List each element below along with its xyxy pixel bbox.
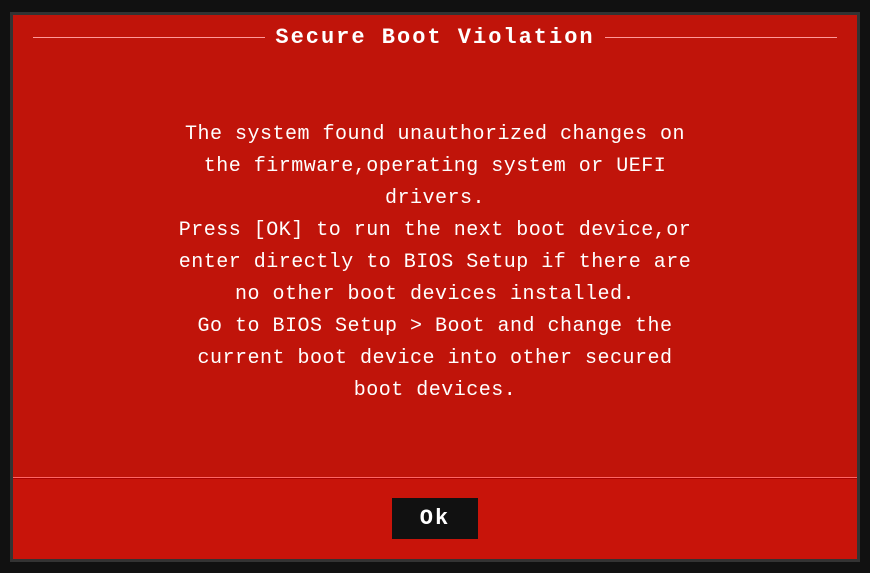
message-line7: Go to BIOS Setup > Boot and change the <box>197 315 672 338</box>
ok-button[interactable]: Ok <box>392 498 478 539</box>
title-bar: Secure Boot Violation <box>13 15 857 60</box>
message-text: The system found unauthorized changes on… <box>179 119 692 407</box>
title-line-left <box>33 37 265 38</box>
dialog-title: Secure Boot Violation <box>275 25 594 50</box>
secure-boot-violation-screen: Secure Boot Violation The system found u… <box>10 12 860 562</box>
message-line2: the firmware,operating system or UEFI <box>204 155 667 178</box>
message-line4: Press [OK] to run the next boot device,o… <box>179 219 692 242</box>
button-area: Ok <box>13 479 857 559</box>
message-line6: no other boot devices installed. <box>235 283 635 306</box>
message-line5: enter directly to BIOS Setup if there ar… <box>179 251 692 274</box>
title-line-right <box>605 37 837 38</box>
message-line8: current boot device into other secured <box>197 347 672 370</box>
message-line1: The system found unauthorized changes on <box>185 123 685 146</box>
message-line3: drivers. <box>385 187 485 210</box>
message-area: The system found unauthorized changes on… <box>13 60 857 477</box>
message-line9: boot devices. <box>354 379 517 402</box>
